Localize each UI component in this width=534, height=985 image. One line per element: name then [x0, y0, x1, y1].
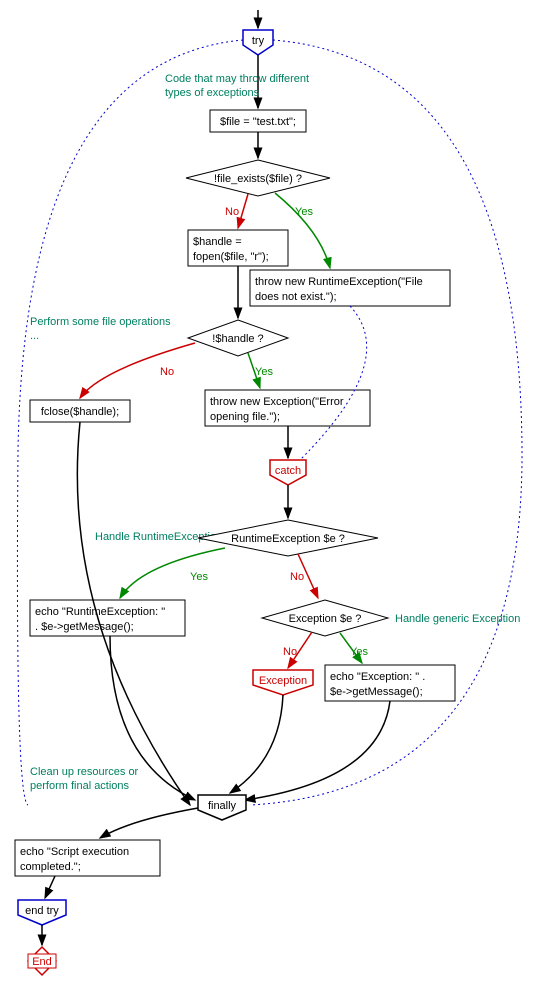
- edge-no: [238, 194, 248, 228]
- throw-runtime-label1: throw new RuntimeException("File: [255, 276, 423, 288]
- echo-completed-label2: completed.";: [20, 861, 81, 873]
- yes-label: Yes: [350, 646, 368, 658]
- file-exists-label: !file_exists($file) ?: [214, 173, 302, 185]
- catch-label: catch: [275, 465, 301, 477]
- throw-runtime-label2: does not exist.");: [255, 291, 337, 303]
- comment-code: Code that may throw different: [165, 73, 309, 85]
- exception-terminal-label: Exception: [259, 675, 307, 687]
- echo-exception-label1: echo "Exception: " .: [330, 671, 425, 683]
- edge: [45, 876, 55, 898]
- endtry-label: end try: [25, 905, 59, 917]
- no-label: No: [160, 366, 174, 378]
- echo-exception-label2: $e->getMessage();: [330, 686, 423, 698]
- edge: [230, 695, 283, 793]
- finally-label: finally: [208, 800, 237, 812]
- no-label: No: [225, 206, 239, 218]
- edge-no: [80, 343, 195, 398]
- echo-completed-label1: echo "Script execution: [20, 846, 129, 858]
- comment-generic: Handle generic Exception: [395, 613, 520, 625]
- edge-yes: [120, 548, 225, 598]
- edge: [100, 808, 198, 838]
- exception-decision-label: Exception $e ?: [289, 613, 362, 625]
- runtime-label: RuntimeException $e ?: [231, 533, 345, 545]
- comment-ops2: ...: [30, 330, 39, 342]
- fopen-label2: fopen($file, "r");: [193, 251, 269, 263]
- edge: [245, 701, 390, 800]
- no-label: No: [290, 571, 304, 583]
- try-label: try: [252, 35, 265, 47]
- comment-cleanup2: perform final actions: [30, 780, 130, 792]
- no-label: No: [283, 646, 297, 658]
- comment-code2: types of exceptions: [165, 87, 260, 99]
- fclose-label: fclose($handle);: [41, 406, 119, 418]
- throw-exception-label2: opening file.");: [210, 411, 280, 423]
- throw-exception-label1: throw new Exception("Error: [210, 396, 344, 408]
- echo-runtime-label1: echo "RuntimeException: ": [35, 606, 165, 618]
- flowchart: try Code that may throw different types …: [0, 0, 534, 985]
- yes-label: Yes: [255, 366, 273, 378]
- fopen-label1: $handle =: [193, 236, 242, 248]
- echo-runtime-label2: . $e->getMessage();: [35, 621, 134, 633]
- yes-label: Yes: [190, 571, 208, 583]
- comment-ops: Perform some file operations: [30, 316, 171, 328]
- handle-label: !$handle ?: [212, 333, 263, 345]
- yes-label: Yes: [295, 206, 313, 218]
- end-label: End: [32, 956, 52, 968]
- assign-file-label: $file = "test.txt";: [220, 116, 296, 128]
- comment-cleanup: Clean up resources or: [30, 766, 139, 778]
- exception-path: [300, 306, 367, 460]
